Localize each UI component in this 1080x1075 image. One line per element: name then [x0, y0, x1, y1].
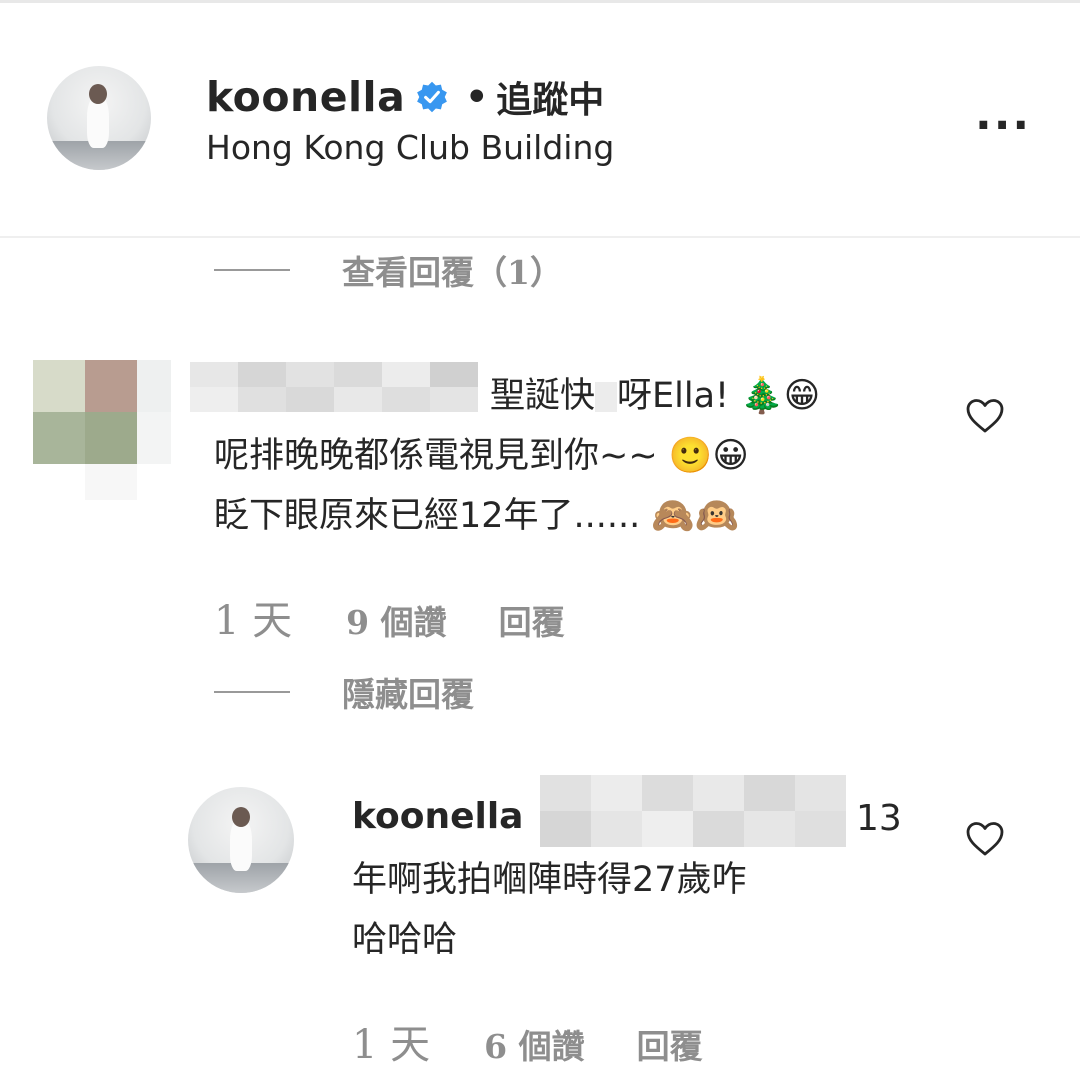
- reply-meta: 1 天 6 個讚 回覆: [352, 1012, 703, 1070]
- separator-dot: •: [465, 76, 489, 118]
- hide-replies-toggle[interactable]: 隱藏回覆: [214, 668, 474, 716]
- more-options-icon[interactable]: ...: [975, 93, 1031, 137]
- comment-line-3: 眨下眼原來已經12年了...... 🙈🙉: [214, 496, 739, 536]
- location-link[interactable]: Hong Kong Club Building: [206, 128, 614, 167]
- blurred-mention[interactable]: [540, 775, 848, 847]
- post-header: koonella • 追蹤中 Hong Kong Club Building .…: [0, 0, 1080, 238]
- verified-badge-icon: [417, 81, 448, 113]
- comment-likes[interactable]: 9 個讚: [346, 596, 446, 644]
- reply-button[interactable]: 回覆: [499, 596, 565, 644]
- reply-line-3: 哈哈哈: [352, 920, 458, 960]
- toggle-line: [214, 269, 290, 271]
- like-heart-icon[interactable]: [965, 397, 1005, 435]
- toggle-line: [214, 691, 290, 693]
- reply-time[interactable]: 1 天: [352, 1012, 430, 1070]
- username-link[interactable]: koonella: [206, 73, 405, 121]
- comment-line-1: 聖誕快 呀Ella! 🎄😁: [490, 372, 820, 421]
- comment-line-2: 呢排晚晚都係電視見到你~~ 🙂😀: [214, 436, 749, 476]
- like-heart-icon[interactable]: [965, 820, 1005, 858]
- blurred-avatar[interactable]: [33, 360, 171, 500]
- following-button[interactable]: 追蹤中: [496, 71, 604, 123]
- reply-text-number: 13: [856, 798, 902, 839]
- comment-text-part: 聖誕快: [490, 376, 596, 416]
- comment-meta: 1 天 9 個讚 回覆: [214, 588, 565, 646]
- view-replies-label: 查看回覆（1）: [342, 253, 563, 292]
- comment-time[interactable]: 1 天: [214, 588, 292, 646]
- reply-line-2: 年啊我拍嗰陣時得27歲咋: [352, 860, 747, 900]
- reply-user-avatar[interactable]: [188, 787, 294, 893]
- user-avatar[interactable]: [47, 66, 151, 170]
- hide-replies-label: 隱藏回覆: [342, 675, 474, 714]
- username-row: koonella • 追蹤中: [206, 72, 604, 122]
- reply-likes[interactable]: 6 個讚: [484, 1020, 584, 1068]
- comment-text-part: 呀Ella! 🎄😁: [617, 376, 821, 416]
- reply-username-link[interactable]: koonella: [352, 796, 523, 837]
- view-replies-toggle[interactable]: 查看回覆（1）: [214, 246, 563, 294]
- blurred-char: [595, 382, 618, 412]
- reply-button[interactable]: 回覆: [637, 1020, 703, 1068]
- blurred-username[interactable]: [190, 362, 478, 412]
